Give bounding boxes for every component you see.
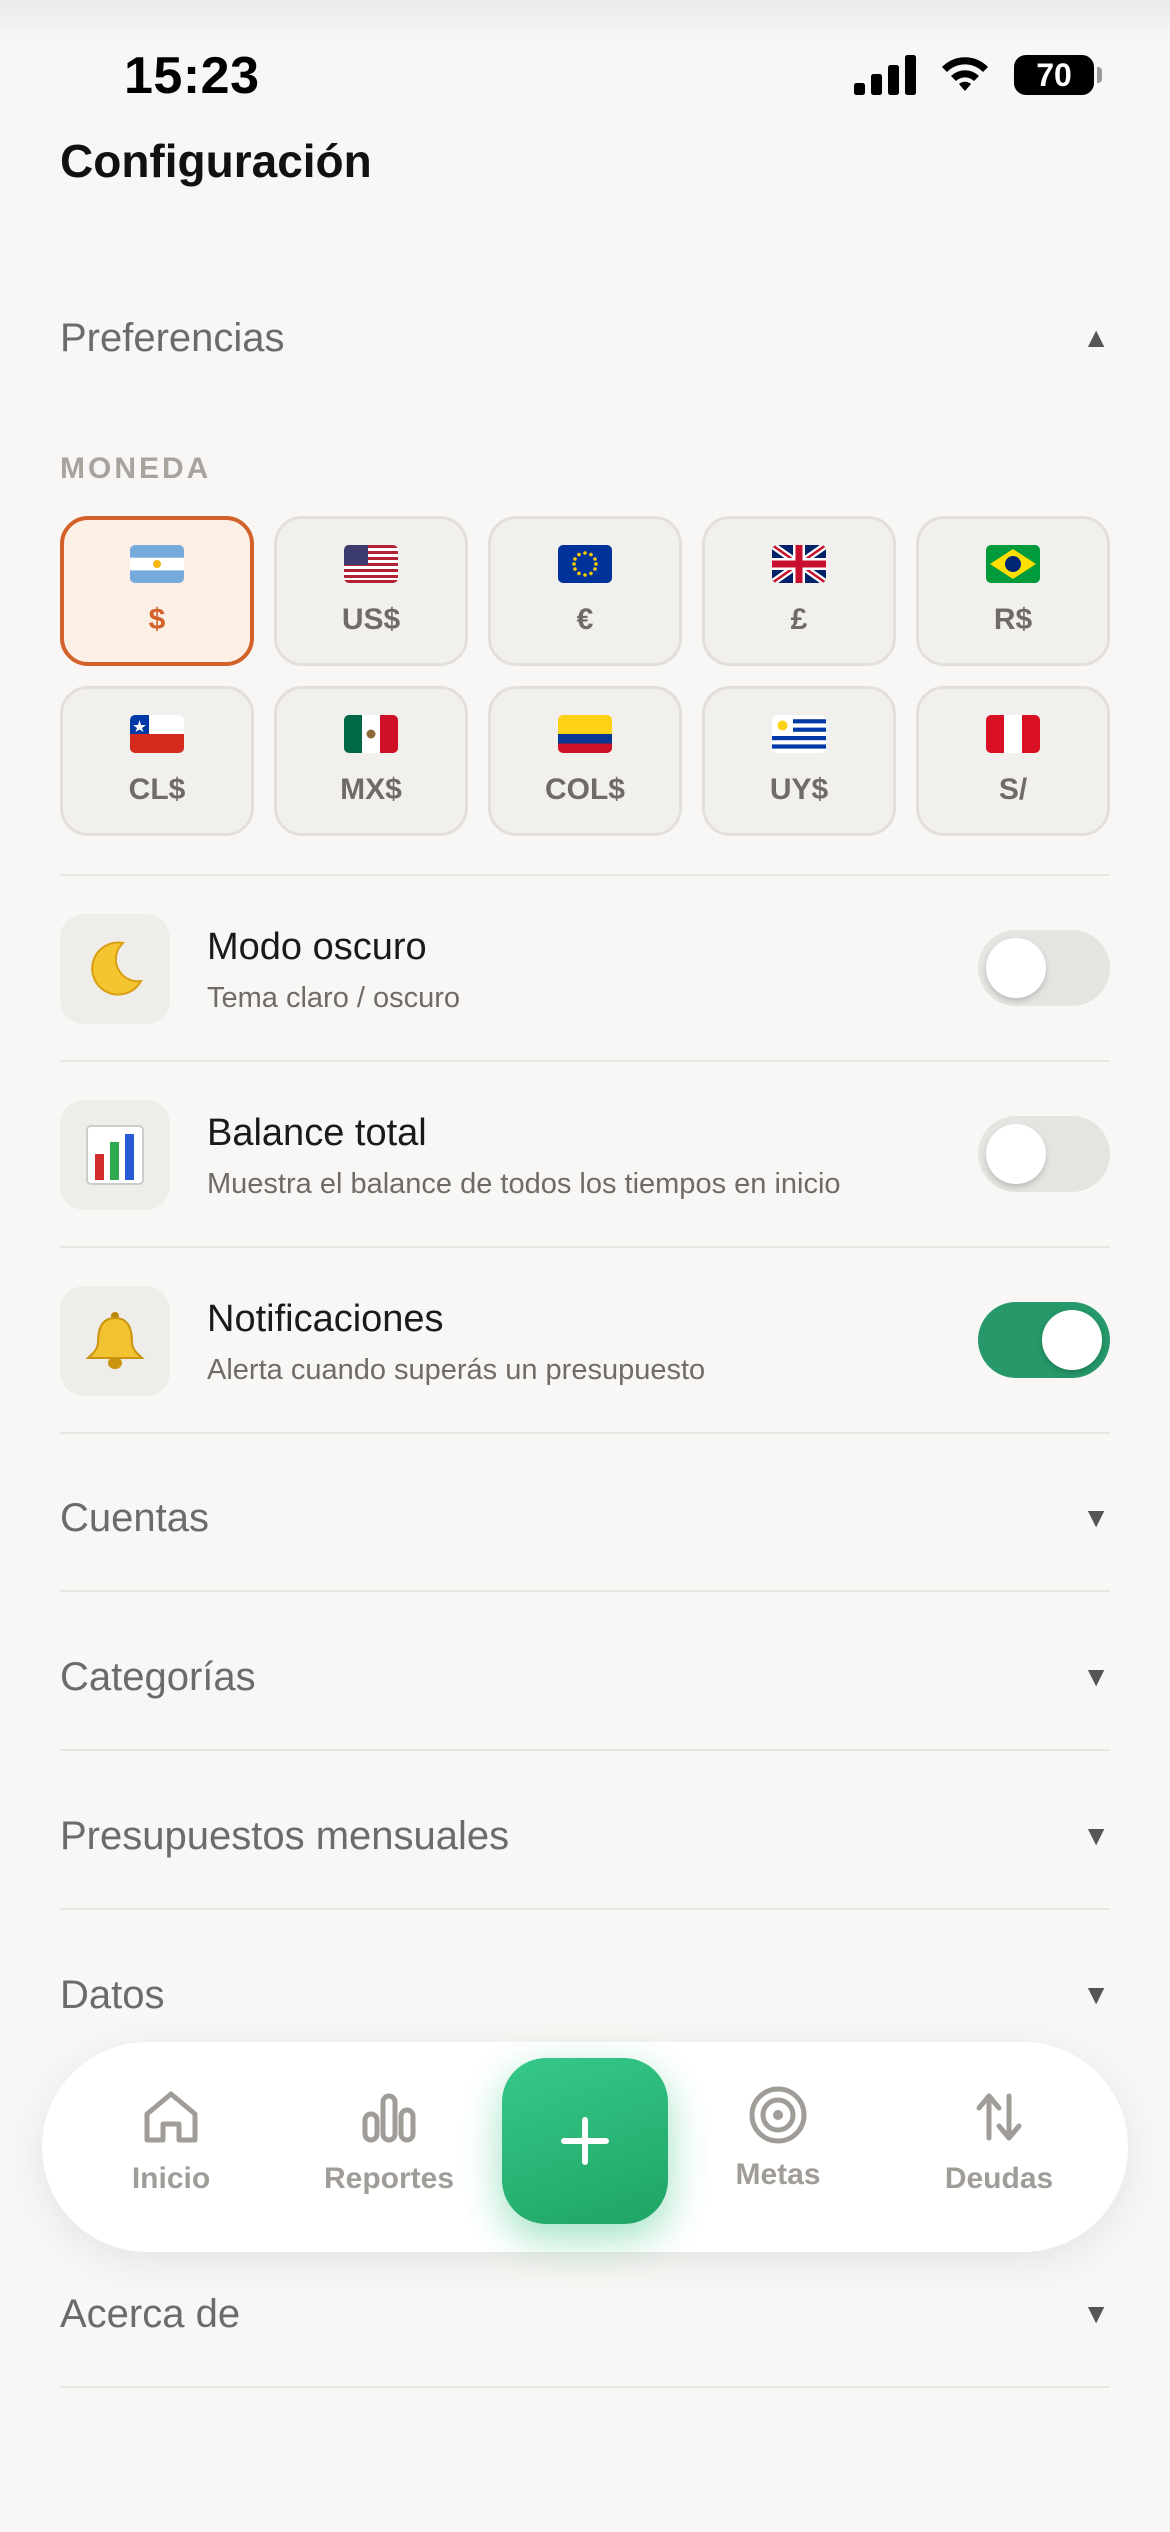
bar-chart-icon [60, 1100, 170, 1210]
currency-label: MONEDA [60, 452, 212, 485]
categories-section-header[interactable]: Categorías ▼ [60, 1649, 1110, 1705]
reports-icon [362, 2093, 416, 2143]
mexico-flag-icon [344, 715, 398, 753]
chevron-down-icon: ▼ [1082, 1502, 1110, 1533]
currency-code: R$ [993, 603, 1033, 636]
plus-icon [561, 2117, 609, 2165]
chevron-down-icon: ▼ [1082, 2298, 1110, 2329]
nav-item-deudas[interactable]: Deudas [914, 2088, 1084, 2218]
argentina-flag-icon [130, 545, 184, 583]
total-balance-toggle[interactable] [978, 1116, 1110, 1192]
currency-option-usd[interactable]: US$ [274, 516, 468, 666]
chevron-down-icon: ▼ [1082, 1661, 1110, 1692]
currency-code: UY$ [769, 773, 829, 806]
uk-flag-icon [772, 545, 826, 583]
page-title: Configuración [60, 135, 372, 187]
currency-option-gbp[interactable]: £ [702, 516, 896, 666]
chevron-down-icon: ▼ [1082, 1979, 1110, 2010]
section-title: Categorías [60, 1654, 256, 1699]
status-bar: 15:23 70 [0, 0, 1170, 140]
currency-option-pen[interactable]: S/ [916, 686, 1110, 836]
currency-code: £ [790, 603, 808, 636]
divider [60, 2386, 1110, 2388]
currency-option-cop[interactable]: COL$ [488, 686, 682, 836]
status-time: 15:23 [124, 47, 260, 105]
battery-icon: 70 [1014, 55, 1102, 95]
nav-label: Metas [735, 2158, 821, 2191]
divider [60, 1590, 1110, 1592]
chevron-up-icon: ▲ [1082, 322, 1110, 353]
section-title: Cuentas [60, 1495, 209, 1540]
target-icon [749, 2086, 807, 2144]
accounts-section-header[interactable]: Cuentas ▼ [60, 1490, 1110, 1546]
preferences-title: Preferencias [60, 315, 285, 360]
currency-option-brl[interactable]: R$ [916, 516, 1110, 666]
uruguay-flag-icon [772, 715, 826, 753]
budgets-section-header[interactable]: Presupuestos mensuales ▼ [60, 1808, 1110, 1864]
brazil-flag-icon [986, 545, 1040, 583]
divider [60, 1432, 1110, 1434]
dark-mode-toggle[interactable] [978, 930, 1110, 1006]
divider [60, 1749, 1110, 1751]
currency-option-uyu[interactable]: UY$ [702, 686, 896, 836]
wifi-icon [942, 57, 988, 91]
currency-code: € [576, 603, 594, 636]
total-balance-row: Balance total Muestra el balance de todo… [60, 1062, 1110, 1247]
peru-flag-icon [986, 715, 1040, 753]
nav-label: Reportes [323, 2162, 455, 2195]
notifications-row: Notificaciones Alerta cuando superás un … [60, 1248, 1110, 1433]
currency-option-clp[interactable]: CL$ [60, 686, 254, 836]
section-title: Datos [60, 1972, 165, 2017]
nav-item-inicio[interactable]: Inicio [86, 2088, 256, 2218]
section-title: Acerca de [60, 2291, 241, 2336]
preferences-section-header[interactable]: Preferencias ▲ [60, 310, 1110, 366]
total-balance-title: Balance total [207, 1112, 427, 1154]
currency-code: COL$ [544, 773, 625, 806]
currency-option-eur[interactable]: € [488, 516, 682, 666]
nav-label: Deudas [944, 2162, 1054, 2195]
nav-label: Inicio [131, 2162, 211, 2195]
dark-mode-row: Modo oscuro Tema claro / oscuro [60, 876, 1110, 1061]
nav-item-metas[interactable]: Metas [693, 2086, 863, 2218]
divider [60, 1908, 1110, 1910]
currency-code: US$ [341, 603, 401, 636]
colombia-flag-icon [558, 715, 612, 753]
crescent-moon-icon [60, 914, 170, 1024]
add-transaction-button[interactable] [502, 2058, 668, 2224]
currency-code: S/ [998, 773, 1028, 806]
total-balance-subtitle: Muestra el balance de todos los tiempos … [207, 1168, 841, 1200]
nav-item-reportes[interactable]: Reportes [304, 2088, 474, 2218]
usa-flag-icon [344, 545, 398, 583]
data-section-header[interactable]: Datos ▼ [60, 1967, 1110, 2023]
notifications-subtitle: Alerta cuando superás un presupuesto [207, 1354, 706, 1386]
currency-option-mxn[interactable]: MX$ [274, 686, 468, 836]
bell-icon [60, 1286, 170, 1396]
notifications-toggle[interactable] [978, 1302, 1110, 1378]
currency-code: CL$ [128, 773, 186, 806]
dark-mode-title: Modo oscuro [207, 926, 427, 968]
dark-mode-subtitle: Tema claro / oscuro [207, 982, 461, 1014]
cellular-signal-icon [854, 55, 916, 95]
chile-flag-icon [130, 715, 184, 753]
section-title: Presupuestos mensuales [60, 1813, 510, 1858]
home-icon [144, 2091, 198, 2143]
currency-code: $ [148, 603, 166, 636]
about-section-header[interactable]: Acerca de ▼ [60, 2286, 1110, 2342]
status-icons: 70 [854, 55, 1102, 95]
currency-option-ars[interactable]: $ [60, 516, 254, 666]
currency-code: MX$ [340, 773, 402, 806]
eu-flag-icon [558, 545, 612, 583]
chevron-down-icon: ▼ [1082, 1820, 1110, 1851]
transfer-arrows-icon [976, 2093, 1022, 2141]
notifications-title: Notificaciones [207, 1298, 444, 1340]
